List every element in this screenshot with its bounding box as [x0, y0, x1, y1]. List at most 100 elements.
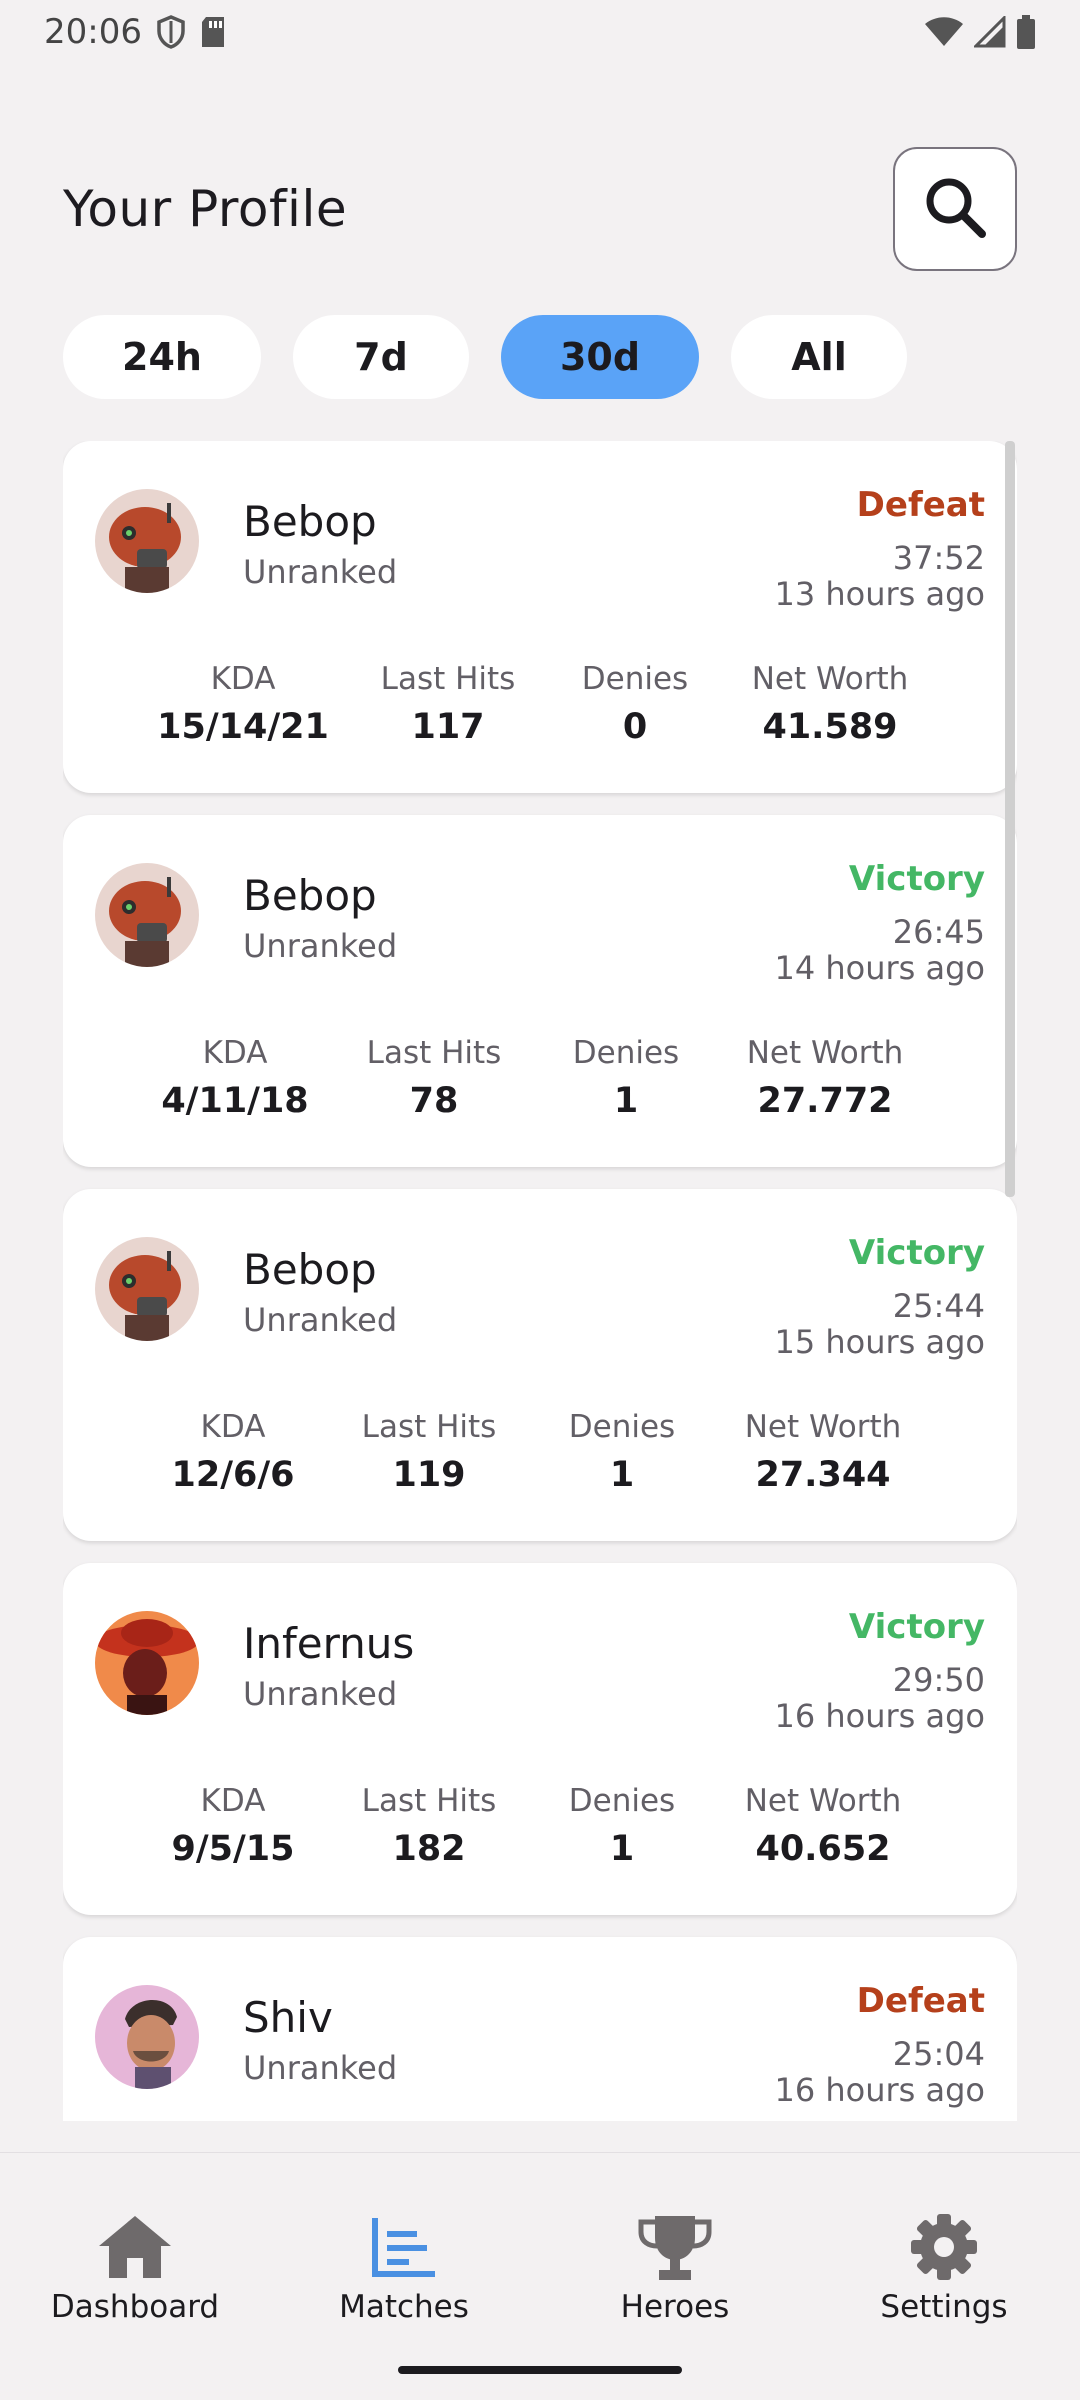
stat-kda: KDA 9/5/15: [172, 1783, 295, 1869]
nav-item-heroes[interactable]: Heroes: [575, 2211, 775, 2325]
sd-card-icon: [200, 16, 226, 48]
rank-label: Unranked: [243, 2049, 398, 2087]
stat-last-hits: Last Hits 119: [362, 1409, 497, 1495]
stat-label: Net Worth: [744, 1783, 902, 1819]
trophy-icon: [575, 2211, 775, 2283]
stat-kda: KDA 15/14/21: [157, 661, 329, 747]
hero-avatar-bebop: [95, 489, 199, 593]
filter-chip-30d[interactable]: 30d: [501, 315, 699, 399]
stat-kda: KDA 12/6/6: [172, 1409, 295, 1495]
home-indicator[interactable]: [398, 2366, 682, 2374]
match-stats: KDA 12/6/6 Last Hits 119 Denies 1 Net Wo…: [63, 1409, 1017, 1509]
stat-value: 27.344: [755, 1455, 891, 1495]
stat-label: Denies: [572, 1035, 680, 1071]
match-result: Defeat: [856, 1981, 985, 2021]
match-duration: 25:04: [892, 2035, 985, 2073]
match-result: Victory: [848, 859, 985, 899]
stat-denies: Denies 1: [569, 1783, 675, 1869]
rank-label: Unranked: [243, 1301, 398, 1339]
match-card[interactable]: Bebop Unranked Defeat 37:52 13 hours ago…: [63, 441, 1017, 793]
search-button[interactable]: [893, 147, 1017, 271]
stat-denies: Denies 1: [569, 1409, 675, 1495]
stat-label: Last Hits: [361, 1409, 497, 1445]
home-icon: [35, 2211, 235, 2283]
rank-label: Unranked: [243, 927, 398, 965]
gear-icon: [844, 2211, 1044, 2283]
stat-kda: KDA 4/11/18: [161, 1035, 308, 1121]
match-list[interactable]: Bebop Unranked Defeat 37:52 13 hours ago…: [63, 441, 1017, 2121]
stat-value: 9/5/15: [171, 1829, 295, 1869]
filter-chip-24h[interactable]: 24h: [63, 315, 261, 399]
hero-name: Shiv: [243, 1993, 333, 2042]
match-stats: KDA 4/11/18 Last Hits 78 Denies 1 Net Wo…: [63, 1035, 1017, 1135]
stat-net-worth: Net Worth 27.344: [745, 1409, 902, 1495]
stat-net-worth: Net Worth 41.589: [752, 661, 909, 747]
stat-value: 15/14/21: [157, 707, 329, 747]
rank-label: Unranked: [243, 1675, 398, 1713]
search-icon: [922, 174, 988, 244]
stat-denies: Denies 0: [582, 661, 688, 747]
status-time: 20:06: [44, 12, 142, 52]
nav-item-dashboard[interactable]: Dashboard: [35, 2211, 235, 2325]
nav-label: Matches: [339, 2289, 469, 2325]
time-filter-chips: 24h 7d 30d All: [63, 315, 907, 399]
stat-value: 41.589: [762, 707, 898, 747]
match-result: Victory: [848, 1233, 985, 1273]
match-time-ago: 16 hours ago: [774, 1697, 985, 1735]
nav-label: Heroes: [620, 2289, 730, 2325]
stat-value: 40.652: [755, 1829, 891, 1869]
match-time-ago: 14 hours ago: [774, 949, 985, 987]
stat-net-worth: Net Worth 40.652: [745, 1783, 902, 1869]
match-duration: 29:50: [892, 1661, 985, 1699]
match-card[interactable]: Bebop Unranked Victory 25:44 15 hours ag…: [63, 1189, 1017, 1541]
nav-label: Dashboard: [50, 2289, 220, 2325]
stat-label: Last Hits: [380, 661, 516, 697]
match-stats: KDA 15/14/21 Last Hits 117 Denies 0 Net …: [63, 661, 1017, 761]
stat-value: 78: [409, 1081, 459, 1121]
hero-avatar-bebop: [95, 1237, 199, 1341]
nav-item-matches[interactable]: Matches: [304, 2211, 504, 2325]
match-result: Defeat: [856, 485, 985, 525]
stat-value: 4/11/18: [161, 1081, 309, 1121]
match-card[interactable]: Infernus Unranked Victory 29:50 16 hours…: [63, 1563, 1017, 1915]
bottom-navigation: Dashboard Matches Heroes Settings: [0, 2152, 1080, 2400]
match-duration: 25:44: [892, 1287, 985, 1325]
stat-value: 182: [392, 1829, 466, 1869]
stat-last-hits: Last Hits 117: [381, 661, 516, 747]
stat-last-hits: Last Hits 78: [367, 1035, 502, 1121]
wifi-icon: [924, 16, 964, 48]
match-card[interactable]: Bebop Unranked Victory 26:45 14 hours ag…: [63, 815, 1017, 1167]
stat-label: Last Hits: [361, 1783, 497, 1819]
rank-label: Unranked: [243, 553, 398, 591]
match-card[interactable]: Shiv Unranked Defeat 25:04 16 hours ago: [63, 1937, 1017, 2121]
match-time-ago: 16 hours ago: [774, 2071, 985, 2109]
filter-chip-7d[interactable]: 7d: [293, 315, 469, 399]
nav-label: Settings: [880, 2289, 1008, 2325]
battery-icon: [1016, 15, 1036, 49]
match-time-ago: 13 hours ago: [774, 575, 985, 613]
stat-label: Denies: [568, 1409, 676, 1445]
hero-name: Infernus: [243, 1619, 415, 1668]
hero-avatar-infernus: [95, 1611, 199, 1715]
status-bar: 20:06: [0, 0, 1080, 64]
stat-value: 0: [622, 707, 648, 747]
stat-value: 119: [392, 1455, 466, 1495]
scrollbar-thumb[interactable]: [1005, 441, 1015, 1197]
stat-label: Denies: [581, 661, 689, 697]
match-time-ago: 15 hours ago: [774, 1323, 985, 1361]
stat-value: 1: [613, 1081, 639, 1121]
hero-avatar-bebop: [95, 863, 199, 967]
hero-name: Bebop: [243, 497, 377, 546]
nav-item-settings[interactable]: Settings: [844, 2211, 1044, 2325]
shield-icon: [156, 15, 186, 49]
stat-denies: Denies 1: [573, 1035, 679, 1121]
stat-label: Net Worth: [744, 1409, 902, 1445]
stat-label: Denies: [568, 1783, 676, 1819]
signal-icon: [974, 16, 1006, 48]
stat-label: KDA: [202, 1035, 268, 1071]
page-title: Your Profile: [63, 180, 348, 238]
match-result: Victory: [848, 1607, 985, 1647]
stat-label: KDA: [200, 1783, 266, 1819]
header: Your Profile: [63, 146, 1017, 272]
filter-chip-all[interactable]: All: [731, 315, 907, 399]
